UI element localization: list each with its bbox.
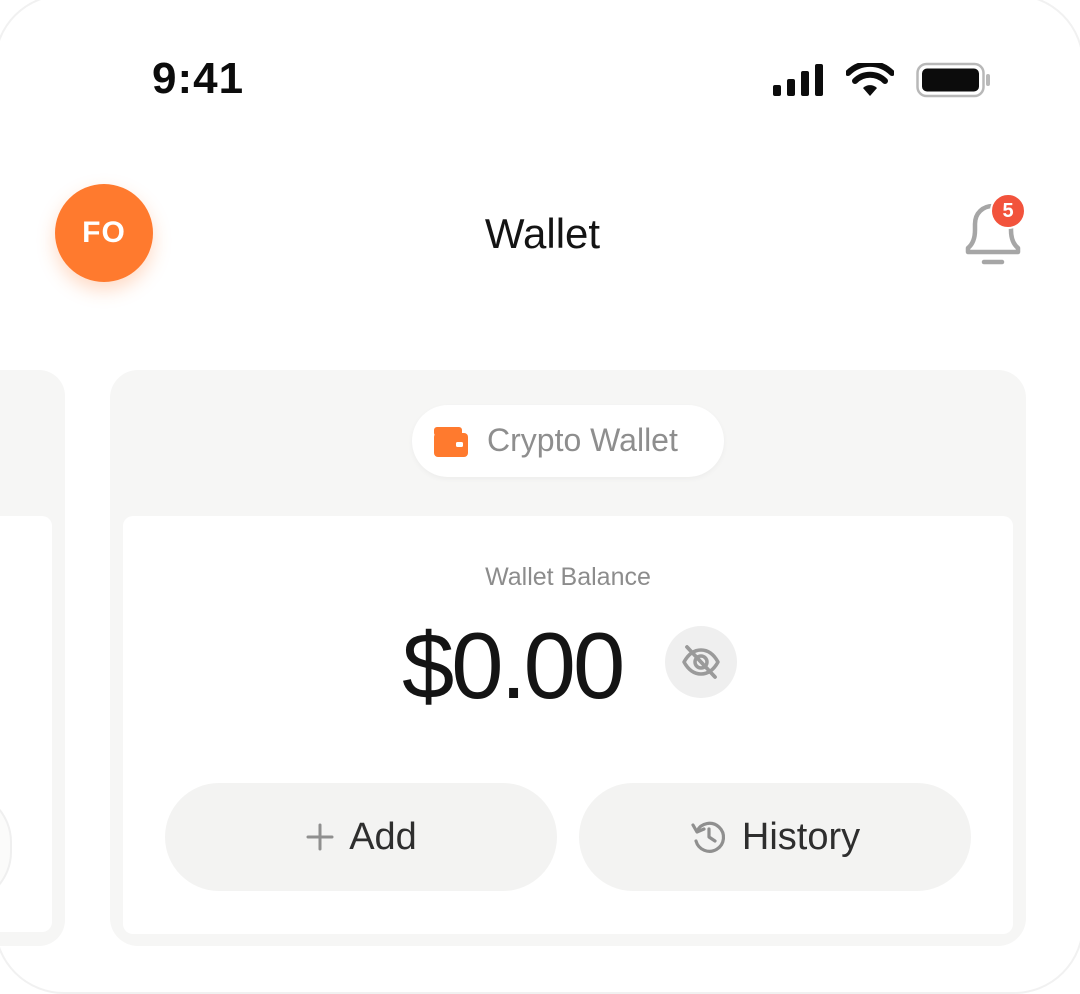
wallet-type-chip[interactable]: Crypto Wallet (412, 405, 724, 477)
balance-amount: $0.00 (402, 613, 625, 718)
wallet-type-label: Crypto Wallet (487, 422, 678, 458)
status-icons (772, 60, 992, 100)
toggle-balance-visibility-button[interactable] (665, 626, 737, 698)
eye-off-icon (682, 645, 720, 679)
wallet-icon (434, 427, 468, 457)
add-funds-button[interactable]: Add (165, 783, 557, 891)
battery-icon (916, 62, 990, 98)
status-time: 9:41 (152, 54, 245, 103)
history-button-label: History (741, 815, 861, 858)
history-button[interactable]: History (579, 783, 971, 891)
add-button-label: Add (349, 815, 417, 858)
notification-badge: 5 (990, 193, 1026, 229)
balance-label: Wallet Balance (485, 563, 651, 591)
history-icon (691, 821, 725, 853)
page-title: Wallet (484, 210, 601, 257)
wifi-icon (846, 63, 894, 96)
cellular-signal-icon (773, 64, 823, 96)
plus-icon (306, 823, 334, 851)
